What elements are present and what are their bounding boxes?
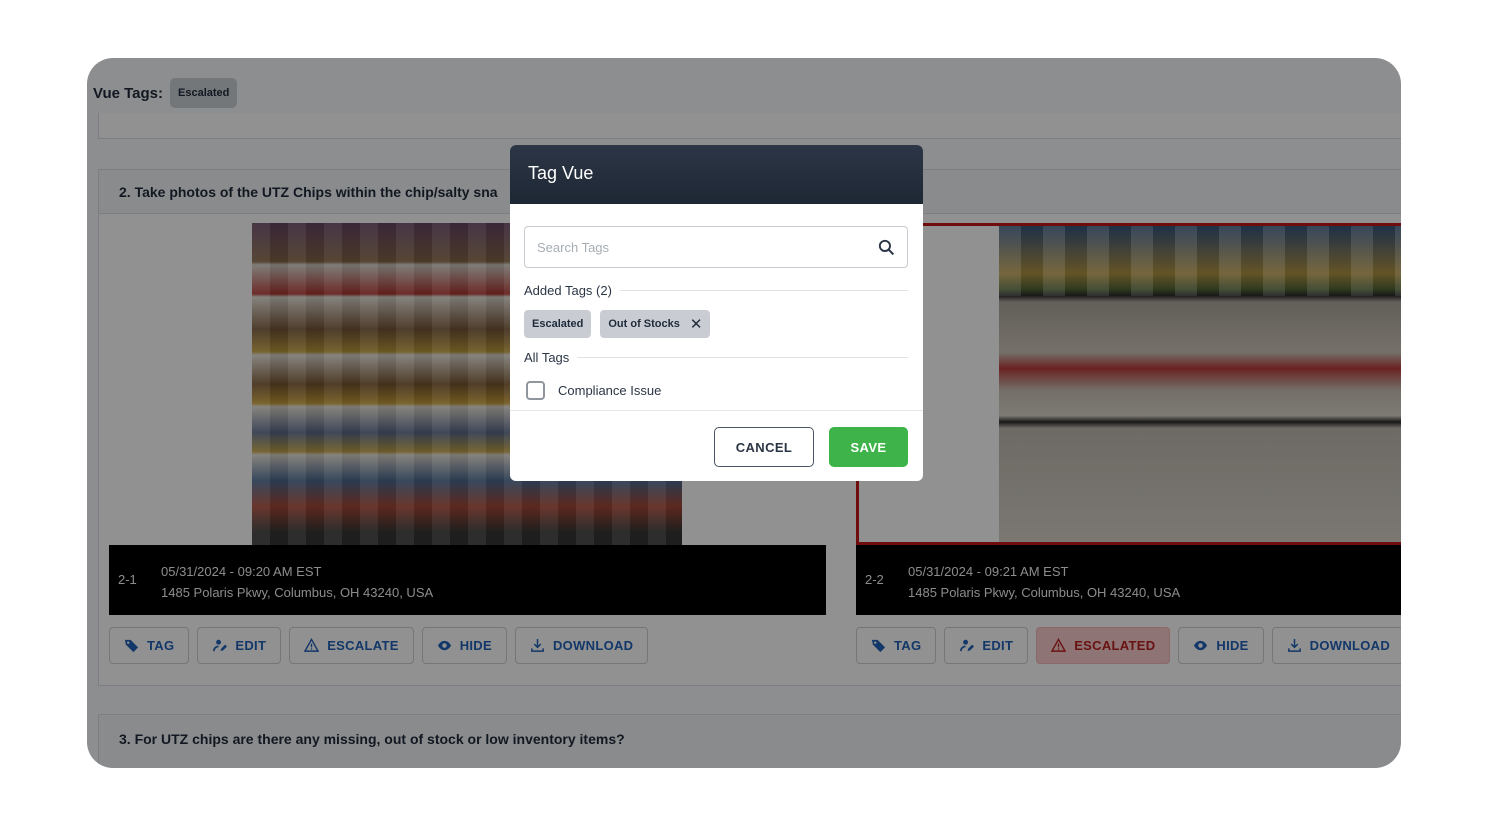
search-tags-field xyxy=(524,226,908,268)
remove-tag-icon[interactable]: ✕ xyxy=(690,317,703,332)
cancel-button[interactable]: CANCEL xyxy=(714,427,814,467)
tag-checkbox[interactable] xyxy=(526,381,545,400)
tag-option-label: Compliance Issue xyxy=(558,383,662,398)
added-tags-label: Added Tags (2) xyxy=(524,283,612,298)
added-tags-list: Escalated Out of Stocks ✕ xyxy=(524,310,711,338)
all-tags-label: All Tags xyxy=(524,350,570,365)
modal-title: Tag Vue xyxy=(510,145,923,204)
save-button[interactable]: SAVE xyxy=(829,427,908,467)
search-tags-input[interactable] xyxy=(537,239,837,255)
tag-vue-modal: Tag Vue Added Tags (2) Escalated Out of … xyxy=(510,145,923,481)
search-icon[interactable] xyxy=(878,239,895,256)
modal-footer: CANCEL SAVE xyxy=(510,410,923,481)
tag-option[interactable]: Compliance Issue xyxy=(526,381,661,400)
added-tags-header: Added Tags (2) xyxy=(524,283,908,298)
divider xyxy=(577,357,908,358)
all-tags-header: All Tags xyxy=(524,350,908,365)
added-tag-chip: Out of Stocks ✕ xyxy=(600,310,711,338)
app-window: Vue Tags: Escalated 2. Take photos of th… xyxy=(87,58,1401,768)
divider xyxy=(619,290,908,291)
added-tag-chip: Escalated xyxy=(524,310,592,338)
